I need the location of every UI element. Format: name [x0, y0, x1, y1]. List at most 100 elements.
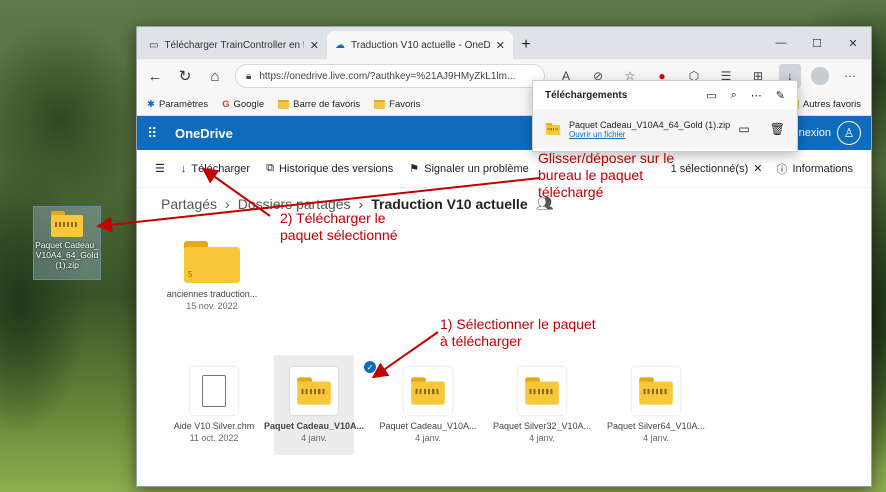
report-icon: ⚑ [409, 163, 420, 175]
more-icon[interactable]: ⋯ [839, 69, 861, 83]
zip-folder-icon [411, 377, 445, 405]
crumb-root[interactable]: Partagés [161, 196, 217, 212]
report-label: Signaler un problème [424, 162, 529, 175]
file-name: Paquet Silver32_V10A... [492, 421, 592, 431]
file-name: Aide V10 Silver.chm [173, 421, 255, 431]
file-tile [632, 367, 680, 415]
zip-folder-icon [639, 377, 673, 405]
close-window-icon[interactable]: ✕ [835, 27, 871, 59]
file-tile [190, 367, 238, 415]
file-tile [404, 367, 452, 415]
close-tab-icon[interactable]: ✕ [496, 39, 505, 52]
minimize-icon[interactable]: — [763, 27, 799, 59]
file-date: 4 janv. [301, 433, 327, 443]
download-filename: Paquet Cadeau_V10A4_64_Gold (1).zip [569, 119, 731, 130]
pin-icon[interactable]: ✎ [776, 89, 785, 102]
back-icon[interactable]: ← [145, 68, 165, 85]
report-button[interactable]: ⚑ Signaler un problème [409, 162, 529, 176]
downloads-title: Téléchargements [545, 89, 628, 101]
fav-label: Paramètres [158, 98, 209, 110]
zip-folder-icon [51, 211, 83, 237]
annotation-step2: 2) Télécharger le paquet sélectionné [280, 210, 398, 243]
open-file-link[interactable]: Ouvrir un fichier [569, 130, 730, 139]
desktop-zip-icon[interactable]: Paquet Cadeau_V10A4_64_Gold (1).zip [33, 206, 101, 280]
tab-title: Traduction V10 actuelle - OneDri [351, 39, 490, 51]
refresh-icon[interactable]: ↻ [175, 67, 195, 85]
download-item[interactable]: Paquet Cadeau_V10A4_64_Gold (1).zip Ouvr… [533, 109, 797, 149]
zip-folder-icon [525, 377, 559, 405]
tab-onedrive[interactable]: ☁ Traduction V10 actuelle - OneDri ✕ [327, 31, 513, 59]
fav-google[interactable]: G Google [222, 99, 264, 110]
tab-traincontroller[interactable]: ▭ Télécharger TrainController en fra ✕ [141, 31, 327, 59]
file-card[interactable]: Aide V10 Silver.chm 11 oct. 2022 [159, 367, 269, 443]
file-card[interactable]: Paquet Silver64_V10A... 4 janv. [601, 367, 711, 443]
close-tab-icon[interactable]: ✕ [310, 39, 319, 52]
fav-label: Barre de favoris [293, 98, 361, 110]
file-name: Paquet Cadeau_V10A... [263, 421, 365, 431]
fav-label: Favoris [389, 98, 421, 110]
search-icon[interactable]: ⌕ [731, 89, 737, 102]
file-date: 4 janv. [529, 433, 555, 443]
folder-icon [278, 99, 290, 109]
fav-bar-folder[interactable]: Barre de favoris [278, 99, 360, 110]
fav-label: Google [233, 98, 265, 110]
open-folder-icon[interactable]: ▭ [706, 89, 716, 102]
file-card-selected[interactable]: Paquet Cadeau_V10A... 4 janv. [259, 367, 369, 443]
version-history-button[interactable]: ⧉ Historique des versions [266, 162, 393, 175]
google-icon: G [222, 98, 230, 110]
show-in-folder-icon[interactable]: ▭ [738, 122, 749, 136]
fav-other-folder[interactable]: Autres favoris [787, 98, 861, 110]
fav-label: Autres favoris [802, 98, 861, 110]
zip-folder-icon [545, 123, 561, 135]
file-name: Paquet Silver64_V10A... [606, 421, 706, 431]
file-date: 11 oct. 2022 [189, 433, 239, 443]
folder-card[interactable]: 5 anciennes traduction... 15 nov. 2022 [157, 241, 267, 311]
file-tile [290, 367, 338, 415]
clear-selection-icon[interactable]: ✕ [753, 162, 762, 175]
person-icon: ♙ [837, 121, 861, 145]
download-button[interactable]: ↓ Télécharger [181, 163, 250, 175]
info-button[interactable]: ⓘ Informations [776, 161, 853, 177]
annotation-drag: Glisser/déposer sur le bureau le paquet … [538, 150, 675, 200]
downloads-panel: Téléchargements ▭ ⌕ ⋯ ✎ Paquet Cadeau_V1… [532, 80, 798, 152]
app-name[interactable]: OneDrive [175, 126, 233, 141]
file-card[interactable]: Paquet Cadeau_V10A... 4 janv. [373, 367, 483, 443]
tab-bar: ▭ Télécharger TrainController en fra ✕ ☁… [137, 27, 871, 59]
file-date: 4 janv. [643, 433, 669, 443]
profile-avatar[interactable] [811, 67, 829, 85]
lock-icon: 🔒︎ [246, 70, 252, 82]
chevron-right-icon: › [225, 195, 230, 212]
info-icon: ⓘ [776, 163, 788, 176]
zip-folder-icon [297, 377, 331, 405]
monitor-icon: ▭ [149, 39, 159, 51]
gear-icon: ✱ [147, 98, 155, 110]
home-icon[interactable]: ⌂ [205, 68, 225, 85]
menu-icon[interactable]: ☰ [155, 162, 165, 175]
url-field[interactable]: 🔒︎ https://onedrive.live.com/?authkey=%2… [235, 64, 545, 88]
folder-icon: 5 [184, 241, 240, 283]
folder-date: 15 nov. 2022 [186, 301, 238, 311]
history-icon: ⧉ [266, 162, 274, 174]
command-bar: ☰ ↓ Télécharger ⧉ Historique des versions … [137, 150, 871, 188]
fav-favoris-folder[interactable]: Favoris [374, 99, 420, 110]
folder-count: 5 [188, 270, 193, 279]
folder-name: anciennes traduction... [166, 289, 258, 299]
maximize-icon[interactable]: ☐ [799, 27, 835, 59]
new-tab-button[interactable]: + [513, 31, 539, 59]
document-icon [202, 375, 226, 407]
file-date: 4 janv. [415, 433, 441, 443]
cloud-icon: ☁ [335, 39, 345, 51]
info-label: Informations [792, 162, 853, 175]
fav-settings[interactable]: ✱ Paramètres [147, 99, 208, 110]
app-launcher-icon[interactable]: ⠿ [147, 125, 169, 142]
download-icon: ↓ [180, 162, 187, 175]
desktop-icon-label: Paquet Cadeau_V10A4_64_Gold (1).zip [35, 240, 99, 270]
download-label: Télécharger [191, 162, 251, 175]
folder-icon [374, 99, 386, 109]
history-label: Historique des versions [278, 162, 394, 175]
tab-title: Télécharger TrainController en fra [164, 39, 304, 51]
more-icon[interactable]: ⋯ [751, 89, 762, 102]
file-card[interactable]: Paquet Silver32_V10A... 4 janv. [487, 367, 597, 443]
file-tile [518, 367, 566, 415]
delete-icon[interactable]: 🗑︎ [770, 122, 785, 136]
